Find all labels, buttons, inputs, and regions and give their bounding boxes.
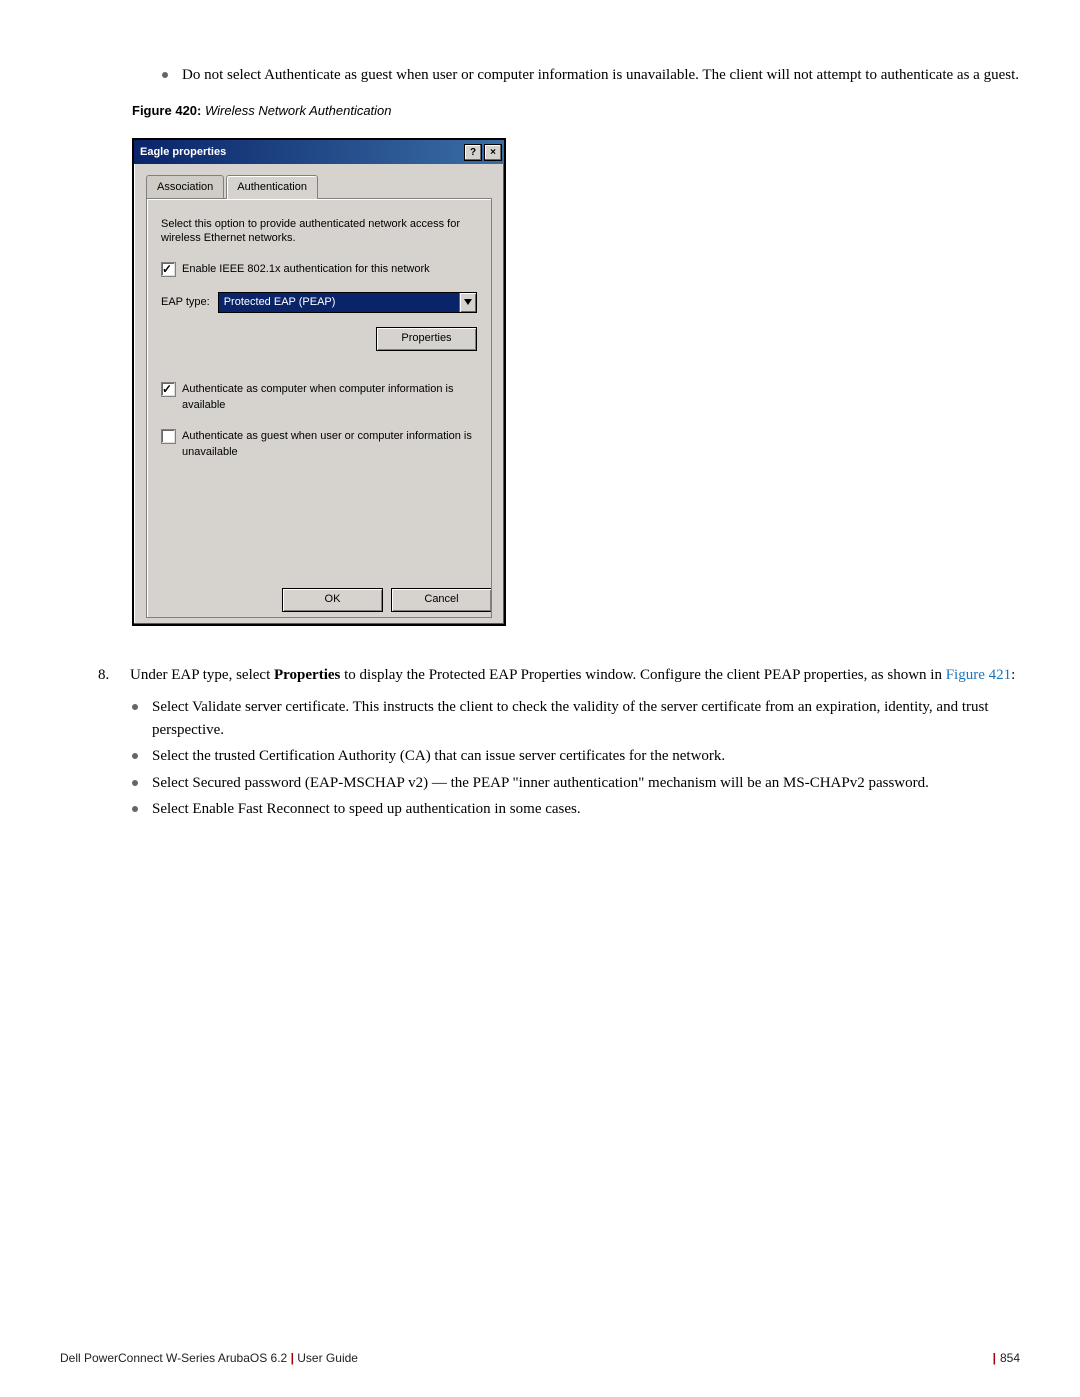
item-body: Under EAP type, select Properties to dis… [130,664,1020,835]
tab-authentication[interactable]: Authentication [226,175,318,199]
close-icon: × [490,145,496,160]
checkbox-label: Authenticate as guest when user or compu… [182,428,477,461]
dropdown-value: Protected EAP (PEAP) [219,293,459,312]
titlebar-buttons: ? × [464,144,502,161]
properties-dialog: Eagle properties ? × Association Authent… [132,138,506,626]
checkbox-icon [161,382,176,397]
list-item: Select Validate server certificate. This… [130,696,1020,741]
tab-label: Authentication [237,181,307,193]
footer-left: Dell PowerConnect W-Series ArubaOS 6.2 |… [60,1349,358,1367]
footer-right: | 854 [993,1349,1020,1367]
bullet-text: Select Enable Fast Reconnect to speed up… [152,801,581,817]
button-label: Properties [401,330,451,347]
page-number: 854 [1000,1349,1020,1367]
dialog-description: Select this option to provide authentica… [161,217,477,246]
eap-type-dropdown[interactable]: Protected EAP (PEAP) [218,292,477,313]
bullet-text: Select the trusted Certification Authori… [152,748,725,764]
list-item: Select the trusted Certification Authori… [130,745,1020,768]
numbered-list: 8. Under EAP type, select Properties to … [98,664,1020,835]
bullet-text: Select Secured password (EAP-MSCHAP v2) … [152,775,929,791]
content-block: Do not select Authenticate as guest when… [132,64,1020,835]
help-icon: ? [470,145,476,160]
checkbox-icon [161,429,176,444]
bullet-text: Do not select Authenticate as guest when… [182,67,1019,83]
eap-type-row: EAP type: Protected EAP (PEAP) [161,292,477,313]
intro-bullet-list: Do not select Authenticate as guest when… [160,64,1020,87]
footer-product: Dell PowerConnect W-Series ArubaOS 6.2 [60,1351,287,1365]
tab-pane: Select this option to provide authentica… [146,198,492,618]
help-button[interactable]: ? [464,144,482,161]
figure-title: Wireless Network Authentication [205,103,392,118]
list-item: Select Secured password (EAP-MSCHAP v2) … [130,772,1020,795]
properties-button-row: Properties [161,327,477,351]
figure-link[interactable]: Figure 421 [946,667,1011,683]
sub-bullet-list: Select Validate server certificate. This… [130,696,1020,821]
text: to display the Protected EAP Properties … [340,667,945,683]
close-button[interactable]: × [484,144,502,161]
properties-button[interactable]: Properties [376,327,477,351]
dialog-title: Eagle properties [140,144,226,161]
tab-association[interactable]: Association [146,175,224,199]
text: : [1011,667,1015,683]
list-item: Do not select Authenticate as guest when… [160,64,1020,87]
checkbox-auth-as-guest[interactable]: Authenticate as guest when user or compu… [161,428,477,461]
footer-guide: User Guide [297,1351,358,1365]
text: Under EAP type, select [130,667,274,683]
item-number: 8. [98,664,118,835]
dialog-titlebar: Eagle properties ? × [134,140,504,164]
checkbox-enable-8021x[interactable]: Enable IEEE 802.1x authentication for th… [161,261,477,278]
checkbox-label: Enable IEEE 802.1x authentication for th… [182,261,430,278]
figure-caption: Figure 420: Wireless Network Authenticat… [132,101,1020,121]
checkbox-auth-as-computer[interactable]: Authenticate as computer when computer i… [161,381,477,414]
dialog-body: Association Authentication Select this o… [134,164,504,630]
bold-text: Properties [274,667,340,683]
list-item: Select Enable Fast Reconnect to speed up… [130,798,1020,821]
tab-label: Association [157,181,213,193]
pipe-icon: | [993,1349,996,1367]
page: Do not select Authenticate as guest when… [0,0,1080,1397]
chevron-down-icon [459,293,476,312]
eap-type-label: EAP type: [161,294,210,311]
page-footer: Dell PowerConnect W-Series ArubaOS 6.2 |… [60,1349,1020,1367]
checkbox-icon [161,262,176,277]
tab-strip: Association Authentication [146,175,492,199]
bullet-text: Select Validate server certificate. This… [152,699,989,738]
checkbox-label: Authenticate as computer when computer i… [182,381,477,414]
list-item-8: 8. Under EAP type, select Properties to … [98,664,1020,835]
figure-number: Figure 420: [132,103,201,118]
